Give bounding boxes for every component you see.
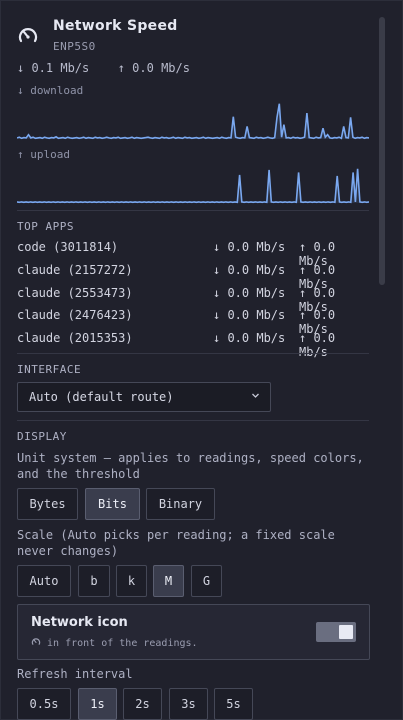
divider	[17, 353, 369, 354]
divider	[17, 420, 369, 421]
unit-binary-button[interactable]: Binary	[146, 488, 215, 520]
upload-series-line	[17, 168, 369, 204]
scale-b-button[interactable]: b	[78, 565, 110, 597]
app-name: claude (2553473)	[17, 286, 133, 300]
scrollbar[interactable]	[379, 17, 385, 285]
network-icon-setting: Network icon in front of the readings.	[17, 604, 370, 660]
download-graph	[17, 103, 369, 140]
app-name: claude (2476423)	[17, 308, 133, 322]
network-icon-toggle[interactable]	[316, 622, 356, 642]
download-series-line	[17, 103, 369, 140]
refresh-2s-button[interactable]: 2s	[123, 688, 162, 720]
app-row: claude (2157272) ↓ 0.0 Mb/s ↑ 0.0 Mb/s	[17, 263, 369, 291]
app-download: ↓ 0.0 Mb/s	[213, 331, 286, 345]
app-download: ↓ 0.0 Mb/s	[213, 263, 286, 277]
interface-name: ENP5S0	[53, 40, 96, 53]
app-download: ↓ 0.0 Mb/s	[213, 308, 286, 322]
refresh-3s-button[interactable]: 3s	[169, 688, 208, 720]
app-row: claude (2553473) ↓ 0.0 Mb/s ↑ 0.0 Mb/s	[17, 286, 369, 314]
scale-auto-button[interactable]: Auto	[17, 565, 71, 597]
app-row: claude (2476423) ↓ 0.0 Mb/s ↑ 0.0 Mb/s	[17, 308, 369, 336]
scale-m-button[interactable]: M	[153, 565, 184, 597]
download-graph-label: ↓ download	[17, 84, 84, 97]
app-name: claude (2015353)	[17, 331, 133, 345]
network-icon-subtitle-text: in front of the readings.	[47, 638, 198, 649]
unit-bits-button[interactable]: Bits	[85, 488, 140, 520]
app-row: claude (2015353) ↓ 0.0 Mb/s ↑ 0.0 Mb/s	[17, 331, 369, 359]
upload-graph	[17, 168, 369, 204]
app-row: code (3011814) ↓ 0.0 Mb/s ↑ 0.0 Mb/s	[17, 240, 369, 268]
app-title: Network Speed	[53, 18, 178, 34]
refresh-5s-button[interactable]: 5s	[214, 688, 253, 720]
refresh-0-5s-button[interactable]: 0.5s	[17, 688, 71, 720]
app-download: ↓ 0.0 Mb/s	[213, 240, 286, 254]
chevron-down-icon	[252, 393, 259, 398]
display-label: DISPLAY	[17, 430, 67, 443]
scale-g-button[interactable]: G	[191, 565, 222, 597]
speedometer-icon	[31, 638, 41, 645]
upload-rate: ↑ 0.0 Mb/s	[117, 61, 190, 75]
unit-system-help: Unit system — applies to readings, speed…	[17, 451, 364, 481]
network-icon-title: Network icon	[31, 615, 128, 630]
refresh-interval-label: Refresh interval	[17, 667, 133, 681]
scale-k-button[interactable]: k	[116, 565, 147, 597]
network-icon-subtitle: in front of the readings.	[31, 637, 198, 649]
interface-label: INTERFACE	[17, 363, 82, 376]
refresh-1s-button[interactable]: 1s	[78, 688, 117, 720]
download-rate: ↓ 0.1 Mb/s	[17, 61, 90, 75]
interface-select-value: Auto (default route)	[29, 390, 174, 404]
network-speed-panel: Network Speed ENP5S0 ↓ 0.1 Mb/s ↑ 0.0 Mb…	[0, 0, 403, 720]
toggle-knob	[339, 625, 353, 639]
download-series-area	[17, 103, 369, 139]
upload-series-area	[17, 168, 369, 203]
current-rates: ↓ 0.1 Mb/s ↑ 0.0 Mb/s	[17, 61, 190, 75]
interface-select[interactable]: Auto (default route)	[17, 382, 271, 412]
speedometer-icon	[18, 28, 38, 43]
scale-help: Scale (Auto picks per reading; a fixed s…	[17, 528, 335, 558]
app-name: code (3011814)	[17, 240, 119, 254]
upload-graph-label: ↑ upload	[17, 148, 70, 161]
top-apps-label: TOP APPS	[17, 220, 74, 233]
app-download: ↓ 0.0 Mb/s	[213, 286, 286, 300]
app-name: claude (2157272)	[17, 263, 133, 277]
divider	[17, 210, 369, 211]
unit-bytes-button[interactable]: Bytes	[17, 488, 78, 520]
app-upload: ↑ 0.0 Mb/s	[299, 331, 336, 359]
